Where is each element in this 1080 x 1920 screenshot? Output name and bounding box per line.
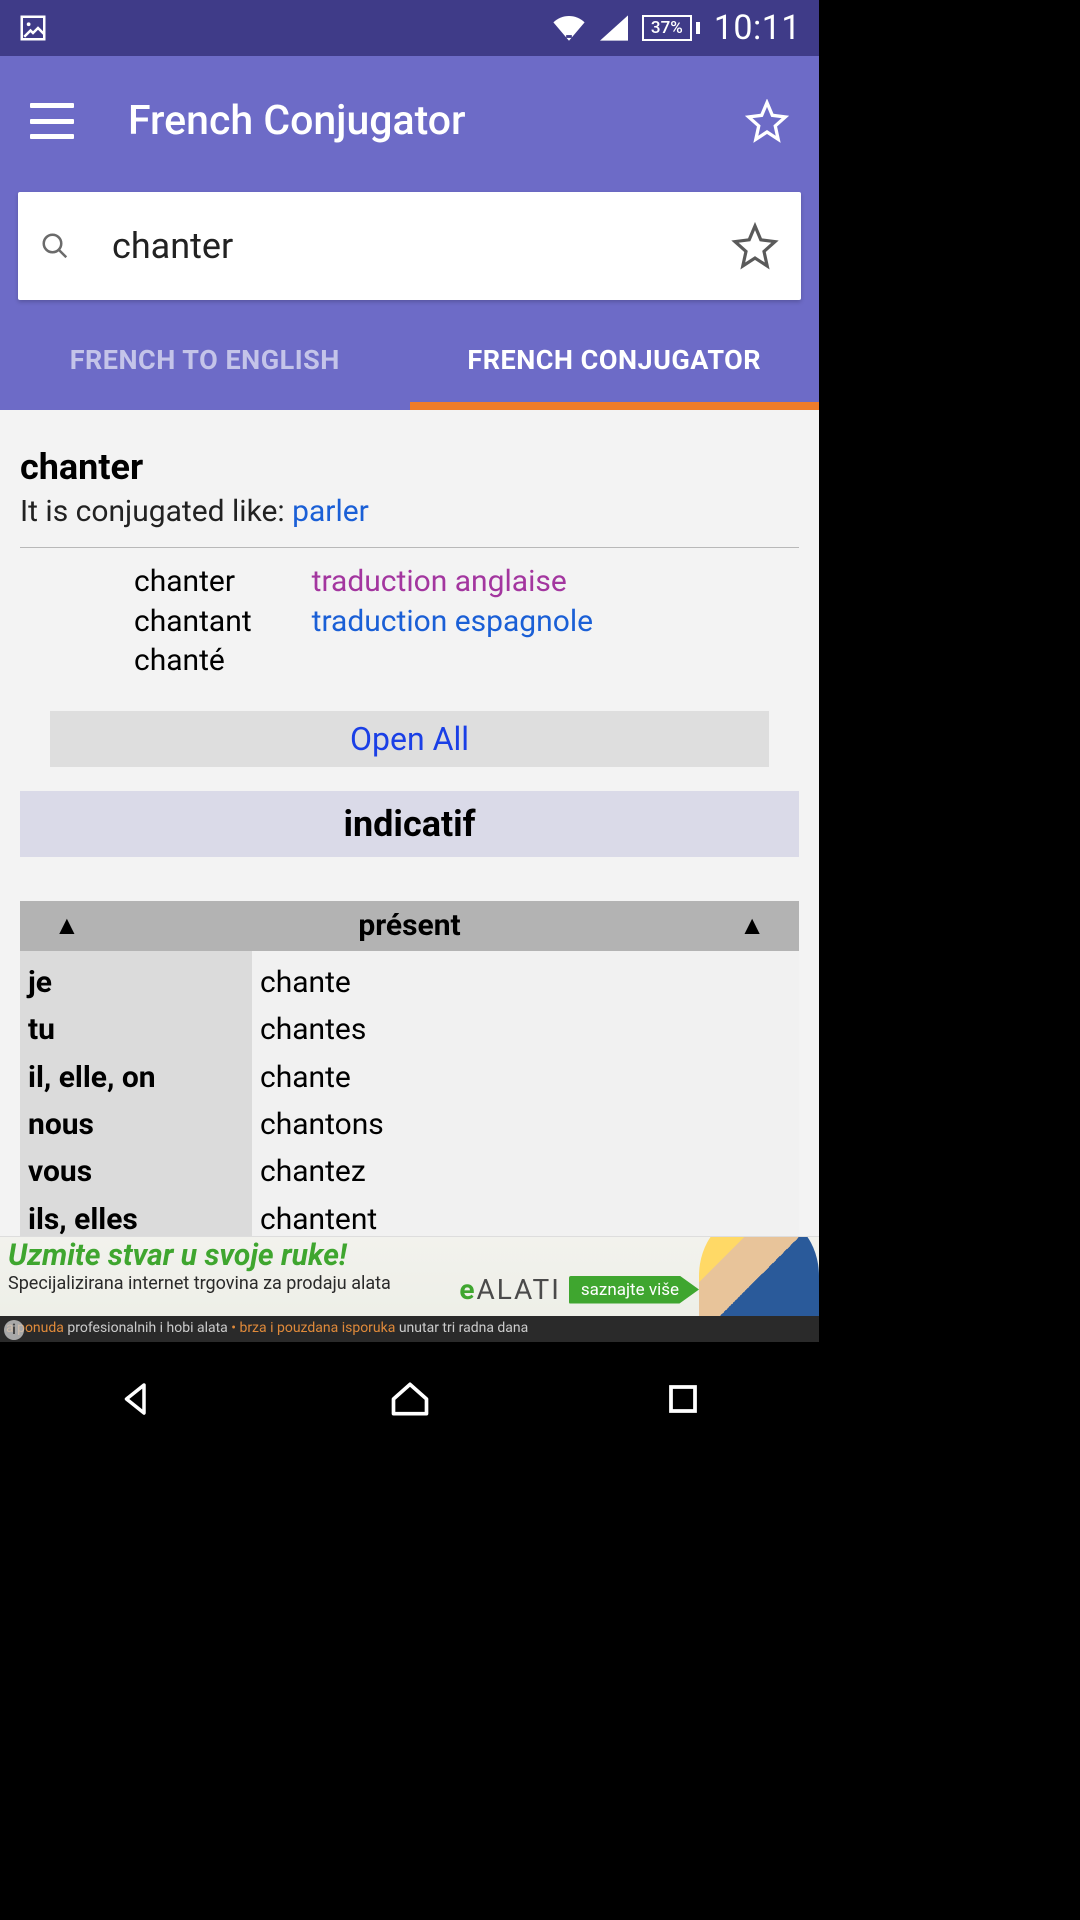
form-past-participle: chanté (134, 641, 252, 681)
pronoun: il, elle, on (28, 1054, 252, 1101)
search-icon (40, 231, 70, 261)
android-nav-bar (0, 1342, 819, 1456)
battery-percent: 37% (651, 18, 683, 38)
signal-icon (600, 15, 628, 41)
tense-header[interactable]: ▲ présent ▲ (20, 901, 799, 951)
search-input[interactable] (112, 225, 731, 267)
verb-forms: chanter chantant chanté (134, 562, 252, 681)
pronoun: nous (28, 1101, 252, 1148)
battery-indicator: 37% (642, 15, 700, 41)
content-area[interactable]: chanter It is conjugated like: parler ch… (0, 410, 819, 1236)
pronoun: je (28, 959, 252, 1006)
conjugated-like: It is conjugated like: parler (20, 494, 799, 529)
conjugation: chantons (260, 1101, 799, 1148)
collapse-right-icon: ▲ (739, 910, 765, 941)
ad-cta-button[interactable]: saznajte više (569, 1276, 699, 1304)
recents-button[interactable] (660, 1376, 706, 1422)
home-button[interactable] (387, 1376, 433, 1422)
conjugation: chante (260, 959, 799, 1006)
wifi-icon (552, 15, 586, 41)
favorite-toggle-icon[interactable] (731, 222, 779, 270)
ad-banner[interactable]: Uzmite stvar u svoje ruke! Specijalizira… (0, 1236, 819, 1342)
conjugation: chantes (260, 1006, 799, 1053)
form-present-participle: chantant (134, 602, 252, 642)
pronoun: vous (28, 1148, 252, 1195)
collapse-left-icon: ▲ (54, 910, 80, 941)
mood-header[interactable]: indicatif (20, 791, 799, 857)
ad-person-image (699, 1236, 819, 1316)
verb-title: chanter (20, 426, 799, 488)
gallery-icon (18, 13, 48, 43)
conjugation: chantent (260, 1196, 799, 1236)
menu-icon[interactable] (30, 103, 74, 139)
ad-strip: a ponuda profesionalnih i hobi alata • b… (0, 1316, 819, 1342)
open-all-button[interactable]: Open All (50, 711, 769, 767)
pronoun: tu (28, 1006, 252, 1053)
pronoun: ils, elles (28, 1196, 252, 1236)
conjugation-table: je tu il, elle, on nous vous ils, elles … (20, 951, 799, 1236)
tense-label: présent (358, 908, 460, 943)
app-title: French Conjugator (128, 97, 745, 145)
favorites-icon[interactable] (745, 99, 789, 143)
ad-info-icon[interactable]: i (4, 1320, 24, 1340)
ad-title: Uzmite stvar u svoje ruke! (8, 1241, 451, 1271)
clock: 10:11 (714, 8, 801, 48)
back-button[interactable] (114, 1376, 160, 1422)
search-box[interactable] (18, 192, 801, 300)
ad-subtitle: Specijalizirana internet trgovina za pro… (8, 1273, 451, 1294)
divider (20, 547, 799, 548)
conjugation: chantez (260, 1148, 799, 1195)
tab-french-to-english[interactable]: FRENCH TO ENGLISH (0, 310, 410, 410)
form-infinitive: chanter (134, 562, 252, 602)
conjugation: chante (260, 1054, 799, 1101)
conjugated-like-link[interactable]: parler (292, 494, 369, 529)
tabs: FRENCH TO ENGLISH FRENCH CONJUGATOR (0, 310, 819, 410)
translation-spanish-link[interactable]: traduction espagnole (312, 602, 593, 642)
translation-english-link[interactable]: traduction anglaise (312, 562, 593, 602)
tab-french-conjugator[interactable]: FRENCH CONJUGATOR (410, 310, 820, 410)
status-bar: 37% 10:11 (0, 0, 819, 56)
app-bar: French Conjugator (0, 56, 819, 186)
